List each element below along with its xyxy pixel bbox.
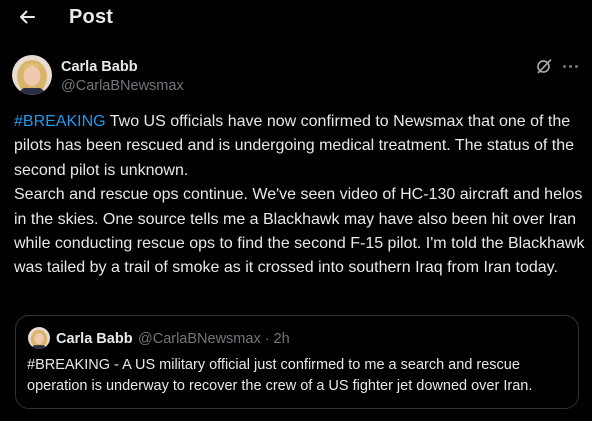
avatar[interactable] [12,55,52,95]
hashtag-link[interactable]: #BREAKING [14,113,106,130]
back-button[interactable] [14,4,40,30]
grok-button[interactable] [535,57,553,75]
post-text: #BREAKING Two US officials have now conf… [14,110,586,281]
more-button[interactable] [559,57,581,75]
grok-icon [537,59,552,74]
page-title: Post [69,6,114,28]
more-icon [562,64,578,68]
quoted-post[interactable]: Carla Babb @CarlaBNewsmax · 2h #BREAKING… [15,315,579,409]
quoted-author-name[interactable]: Carla Babb [56,331,133,347]
author-name[interactable]: Carla Babb [61,59,138,75]
quoted-meta: @CarlaBNewsmax · 2h [138,331,290,347]
post-body: Two US officials have now confirmed to N… [14,113,585,277]
post-header: Post [0,0,592,36]
author-handle[interactable]: @CarlaBNewsmax [61,78,184,94]
quoted-avatar[interactable] [28,327,50,349]
quoted-text: #BREAKING - A US military official just … [27,357,533,394]
arrow-left-icon [20,10,35,24]
